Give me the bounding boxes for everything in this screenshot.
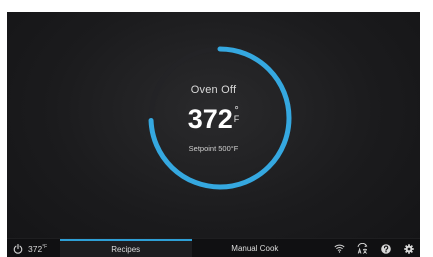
- settings-icon[interactable]: [397, 239, 420, 257]
- temperature-value: 372: [187, 104, 233, 134]
- current-temperature: 372 ° F: [7, 104, 420, 135]
- navbar-icons: [328, 239, 420, 257]
- power-group: 372°F: [7, 239, 58, 257]
- language-icon[interactable]: [351, 239, 374, 257]
- oven-screen: Oven Off 372 ° F Setpoint 500°F 372°F Reci…: [7, 12, 420, 257]
- tab-recipes-label: Recipes: [111, 245, 141, 254]
- navbar-temperature: 372°F: [28, 243, 48, 254]
- setpoint-label: Setpoint 500°F: [188, 144, 239, 153]
- bottom-navbar: 372°F Recipes Manual Cook: [7, 238, 420, 257]
- tab-manual-cook-label: Manual Cook: [231, 244, 279, 253]
- power-icon[interactable]: [13, 243, 23, 254]
- help-icon[interactable]: [374, 239, 397, 257]
- temperature-dial: Oven Off 372 ° F Setpoint 500°F: [7, 12, 420, 238]
- tab-manual-cook[interactable]: Manual Cook: [192, 239, 318, 257]
- wifi-icon[interactable]: [328, 239, 351, 257]
- oven-status: Oven Off: [190, 84, 237, 96]
- temperature-unit: ° F: [233, 105, 240, 124]
- tab-recipes[interactable]: Recipes: [59, 239, 192, 257]
